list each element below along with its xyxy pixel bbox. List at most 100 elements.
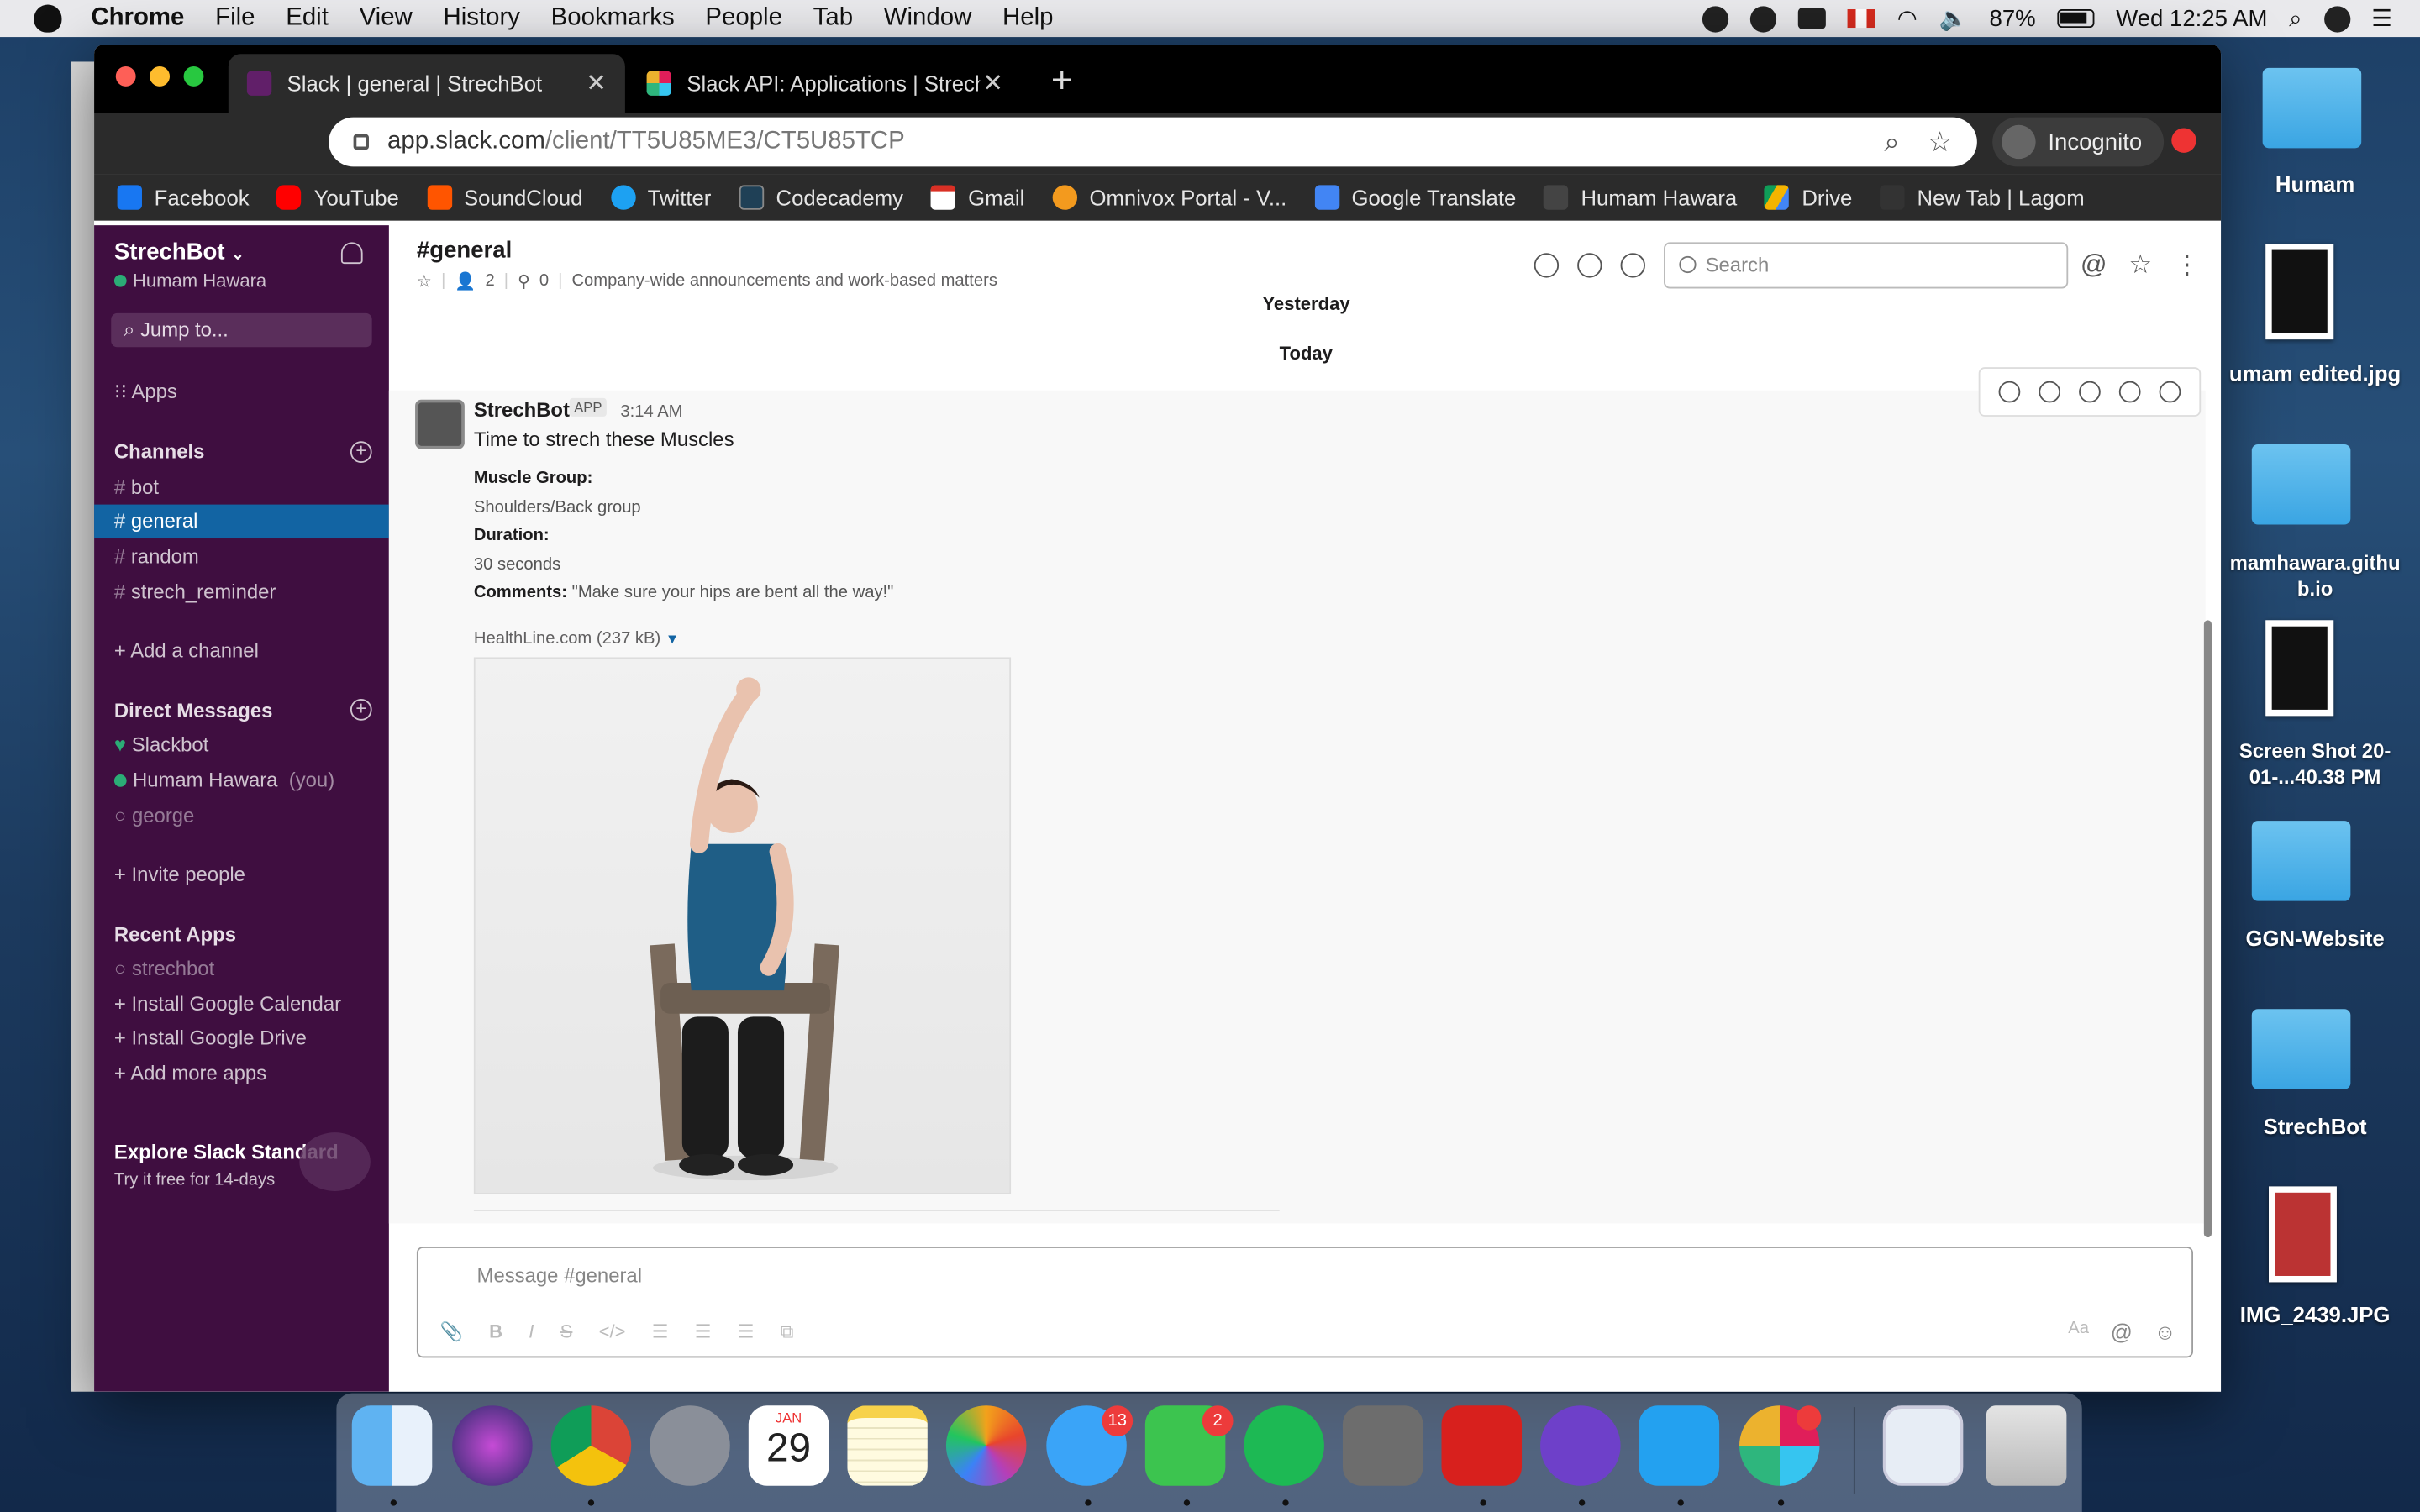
formatting-toggle-icon[interactable]: Aa (2068, 1319, 2089, 1343)
new-tab-button[interactable]: + (1051, 60, 1073, 103)
exercise-image[interactable] (473, 657, 1012, 1194)
airplay-icon[interactable] (1798, 8, 1827, 29)
save-message-icon[interactable] (2118, 381, 2141, 403)
chrome-icon[interactable] (550, 1405, 632, 1486)
sidebar-item-george[interactable]: ○ george (114, 804, 194, 827)
acrobat-icon[interactable] (1441, 1405, 1523, 1486)
desktop-item-label[interactable]: mamhawara.githu b.io (2223, 549, 2407, 601)
desktop-item-label[interactable]: GGN-Website (2223, 926, 2407, 950)
more-actions-icon[interactable] (2159, 381, 2181, 403)
sidebar-item-general[interactable]: # general (114, 509, 198, 533)
pin-count[interactable]: 0 (539, 271, 549, 291)
message-input[interactable]: Message #general (477, 1263, 642, 1287)
menu-tab[interactable]: Tab (813, 5, 853, 33)
launchpad-icon[interactable] (650, 1405, 730, 1486)
desktop-item-label[interactable]: Humam (2223, 171, 2407, 196)
strikethrough-icon[interactable]: S (560, 1320, 573, 1344)
volume-icon[interactable]: 🔈 (1939, 5, 1967, 32)
siri-icon[interactable] (2323, 5, 2350, 32)
tab-slack-general[interactable]: Slack | general | StrechBot ✕ (228, 54, 625, 113)
bulleted-list-icon[interactable]: ☰ (695, 1320, 712, 1344)
menu-file[interactable]: File (215, 5, 255, 33)
sidebar-item-bot[interactable]: # bot (114, 475, 159, 499)
desktop-item-label[interactable]: IMG_2439.JPG (2223, 1302, 2407, 1326)
install-google-drive[interactable]: + Install Google Drive (114, 1026, 307, 1049)
bookmark-omnivox[interactable]: Omnivox Portal - V... (1052, 185, 1286, 210)
wifi-icon[interactable]: ◠ (1897, 5, 1918, 32)
notifications-bell-icon[interactable] (340, 242, 363, 265)
zoom-icon[interactable]: ⌕ (1884, 126, 1900, 159)
close-window-button[interactable] (115, 66, 136, 87)
desktop-item-label[interactable]: StrechBot (2223, 1114, 2407, 1138)
sidebar-item-strechbot[interactable]: ○ strechbot (114, 957, 214, 980)
quote-icon[interactable]: ☰ (738, 1320, 755, 1344)
ordered-list-icon[interactable]: ☰ (652, 1320, 669, 1344)
siri-icon[interactable] (452, 1405, 533, 1486)
sidebar-item-random[interactable]: # random (114, 544, 199, 568)
bookmark-soundcloud[interactable]: SoundCloud (426, 185, 582, 210)
search-input[interactable]: Search (1664, 242, 2069, 289)
phone-call-icon[interactable] (1534, 253, 1560, 278)
battery-percent[interactable]: 87% (1990, 5, 2036, 31)
recent-apps-header[interactable]: Recent Apps (114, 922, 236, 946)
sidebar-item-slackbot[interactable]: ♥ Slackbot (114, 732, 208, 756)
attachment-link[interactable]: HealthLine.com (237 kB) ▼ (474, 629, 679, 648)
channel-info-icon[interactable] (1577, 253, 1602, 278)
notification-center-icon[interactable]: ☰ (2371, 5, 2392, 32)
add-channel-icon[interactable]: + (350, 441, 372, 464)
start-thread-icon[interactable] (2039, 381, 2061, 403)
emoji-icon[interactable]: ☺ (2154, 1319, 2176, 1343)
folder-icon[interactable] (2262, 67, 2362, 149)
incognito-indicator[interactable]: Incognito (1992, 117, 2164, 167)
bookmark-youtube[interactable]: YouTube (276, 185, 399, 210)
photo-file-icon[interactable] (2269, 1186, 2337, 1283)
members-icon[interactable]: 👤 (455, 271, 476, 291)
message-sender[interactable]: StrechBot (474, 398, 570, 422)
sidebar-item-humam-hawara[interactable]: Humam Hawara (you) (113, 769, 334, 791)
add-dm-icon[interactable]: + (350, 699, 372, 721)
zoom-window-button[interactable] (183, 66, 204, 87)
current-user[interactable]: Humam Hawara (113, 270, 266, 291)
message-composer[interactable]: Message #general 📎 B I S </> ☰ ☰ ☰ ⧉ Aa (416, 1247, 2193, 1358)
desktop-item-label[interactable]: Screen Shot 20-01-...40.38 PM (2223, 738, 2407, 790)
clock[interactable]: Wed 12:25 AM (2116, 5, 2267, 31)
bookmark-codecademy[interactable]: Codecademy (739, 185, 903, 210)
sidebar-item-strech-reminder[interactable]: # strech_reminder (114, 580, 276, 604)
more-options-icon[interactable]: ⋮ (2174, 250, 2200, 281)
message-timestamp[interactable]: 3:14 AM (620, 402, 682, 421)
starred-items-icon[interactable]: ☆ (2128, 250, 2152, 281)
code-icon[interactable]: </> (599, 1320, 626, 1344)
gear-icon[interactable] (1620, 253, 1645, 278)
close-tab-icon[interactable]: ✕ (586, 68, 607, 99)
spotify-icon[interactable] (1244, 1405, 1324, 1486)
mention-icon[interactable]: @ (2111, 1319, 2133, 1343)
channel-title[interactable]: #general (417, 238, 512, 264)
lock-icon[interactable] (353, 134, 369, 150)
caret-down-icon[interactable]: ▼ (666, 631, 679, 646)
add-reaction-icon[interactable] (1998, 381, 2021, 403)
menu-window[interactable]: Window (884, 5, 972, 33)
menu-app-name[interactable]: Chrome (91, 5, 184, 33)
bold-icon[interactable]: B (489, 1320, 502, 1344)
apple-menu-icon[interactable] (34, 4, 62, 33)
share-message-icon[interactable] (2079, 381, 2101, 403)
attach-file-icon[interactable]: 📎 (439, 1320, 462, 1344)
pin-icon[interactable]: ⚲ (518, 271, 530, 291)
mentions-icon[interactable]: @ (2081, 250, 2107, 281)
invite-people-link[interactable]: + Invite people (114, 863, 245, 886)
menu-edit[interactable]: Edit (286, 5, 329, 33)
downloads-stack-icon[interactable] (1882, 1405, 1964, 1486)
workspace-name[interactable]: StrechBot ⌄ (114, 239, 245, 265)
bookmark-drive[interactable]: Drive (1765, 185, 1852, 210)
member-count[interactable]: 2 (486, 271, 495, 291)
avatar[interactable] (415, 399, 465, 449)
message-scrollbar[interactable] (2203, 620, 2212, 1238)
creative-cloud-icon[interactable] (1750, 5, 1777, 32)
folder-icon[interactable] (2251, 1009, 2351, 1089)
bookmark-google-translate[interactable]: Google Translate (1314, 185, 1516, 210)
minimize-window-button[interactable] (150, 66, 171, 87)
menu-help[interactable]: Help (1002, 5, 1053, 33)
address-bar[interactable]: app.slack.com /client/TT5U85ME3/CT5U85TC… (329, 117, 1977, 167)
bookmark-facebook[interactable]: Facebook (117, 185, 250, 210)
bookmark-lagom[interactable]: New Tab | Lagom (1880, 185, 2085, 210)
